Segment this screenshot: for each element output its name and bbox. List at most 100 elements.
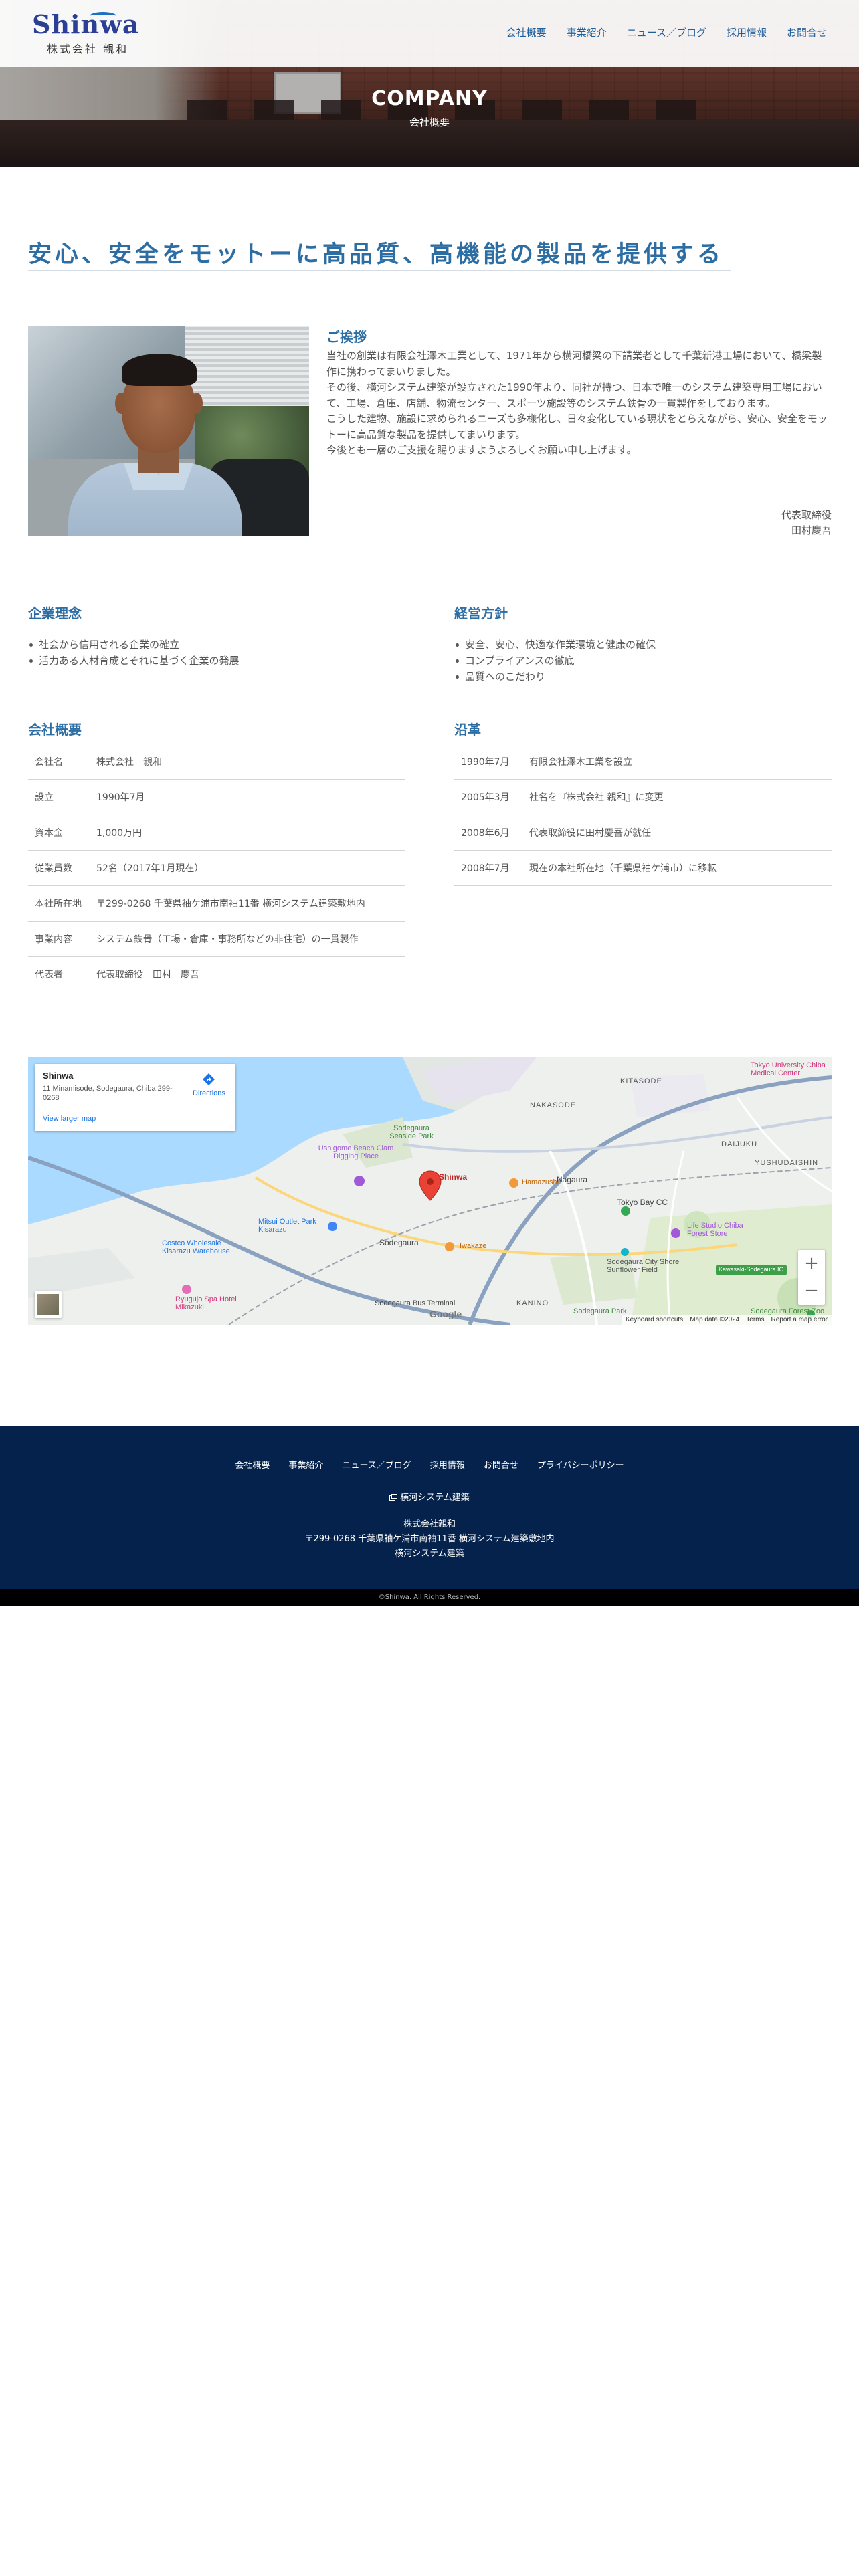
- embedded-map[interactable]: KITASODE NAKASODE DAIJUKU YUSHUDAISHIN T…: [28, 1057, 832, 1325]
- map-label: Ushigome Beach Clam Digging Place: [318, 1144, 394, 1160]
- map-label: YUSHUDAISHIN: [755, 1159, 819, 1167]
- row-label: 会社名: [35, 757, 63, 768]
- row-label: 設立: [35, 792, 54, 803]
- map-attribution: Keyboard shortcuts Map data ©2024 Terms …: [622, 1315, 832, 1325]
- greeting-heading: ご挨拶: [326, 329, 367, 345]
- map-label: Hamazushi: [522, 1178, 559, 1186]
- external-link-icon: [389, 1494, 398, 1501]
- logo-company-name: 株式会社 親和: [47, 43, 129, 56]
- history-event: 代表取締役に田村慶吾が就任: [529, 828, 651, 839]
- history-date: 2008年6月: [461, 828, 510, 839]
- row-value: 〒299-0268 千葉県袖ケ浦市南袖11番 横河システム建築敷地内: [96, 899, 365, 909]
- logo-wordmark: Shinwa: [32, 9, 140, 39]
- overview-heading: 会社概要: [28, 722, 82, 738]
- footer-nav-business[interactable]: 事業紹介: [288, 1458, 323, 1471]
- map-place-card: Shinwa 11 Minamisode, Sodegaura, Chiba 2…: [35, 1064, 235, 1131]
- catchcopy-heading: 安心、安全をモットーに高品質、高機能の製品を提供する: [28, 241, 725, 268]
- table-row: 2008年7月 現在の本社所在地（千葉県袖ケ浦市）に移転: [454, 851, 832, 886]
- greeting-paragraph: 今後とも一層のご支援を賜りますようよろしくお願い申し上げます。: [326, 444, 637, 456]
- map-label: Sodegaura City Shore Sunflower Field: [607, 1258, 680, 1274]
- history-event: 現在の本社所在地（千葉県袖ケ浦市）に移転: [529, 863, 717, 874]
- map-label: KANINO: [516, 1299, 549, 1307]
- zoom-in-button[interactable]: +: [798, 1250, 825, 1277]
- place-name: Shinwa: [43, 1071, 74, 1081]
- report-error-link[interactable]: Report a map error: [771, 1315, 828, 1325]
- google-logo: Google: [430, 1309, 462, 1319]
- table-row: 会社名 株式会社 親和: [28, 744, 405, 780]
- row-value: 1990年7月: [96, 792, 145, 803]
- company-history-table: 1990年7月 有限会社澤木工業を設立 2005年3月 社名を『株式会社 親和』に変…: [454, 744, 832, 886]
- table-row: 代表者 代表取締役 田村 慶吾: [28, 957, 405, 992]
- map-label: Kawasaki-Sodegaura IC: [719, 1266, 784, 1273]
- street-view-thumbnail[interactable]: [35, 1291, 62, 1318]
- history-date: 2008年7月: [461, 863, 510, 874]
- history-date: 1990年7月: [461, 757, 510, 768]
- company-overview-table: 会社名 株式会社 親和 設立 1990年7月 資本金 1,000万円 従業員数 52名（…: [28, 744, 405, 992]
- terms-link[interactable]: Terms: [746, 1315, 764, 1325]
- row-label: 従業員数: [35, 863, 72, 874]
- keyboard-shortcuts-link[interactable]: Keyboard shortcuts: [626, 1315, 683, 1325]
- list-item: 社会から信用される企業の確立: [28, 637, 405, 653]
- greeting-paragraph: こうした建物、施設に求められるニーズも多様化し、日々変化している現状をとらえなが…: [326, 413, 828, 441]
- map-label: Mitsui Outlet Park Kisarazu: [258, 1218, 316, 1234]
- table-row: 事業内容 システム鉄骨（工場・倉庫・事務所などの非住宅）の一貫製作: [28, 922, 405, 957]
- table-row: 1990年7月 有限会社澤木工業を設立: [454, 744, 832, 780]
- map-label: KITASODE: [620, 1077, 662, 1085]
- history-heading: 沿革: [454, 722, 481, 738]
- map-label: Sodegaura Park: [573, 1307, 627, 1315]
- footer-address: 〒299-0268 千葉県袖ケ浦市南袖11番 横河システム建築敷地内: [304, 1534, 555, 1544]
- list-item: 安全、安心、快適な作業環境と健康の確保: [454, 637, 832, 653]
- row-label: 資本金: [35, 828, 63, 839]
- footer-external-link[interactable]: 横河システム建築: [0, 1490, 859, 1503]
- signature-name: 田村慶吾: [791, 524, 832, 536]
- footer-address-block: 株式会社親和 〒299-0268 千葉県袖ケ浦市南袖11番 横河システム建築敷地…: [0, 1517, 859, 1562]
- greeting-message: 当社の創業は有限会社澤木工業として、1971年から横河橋梁の下請業者として千葉新…: [326, 348, 832, 459]
- philosophy-list: 社会から信用される企業の確立 活力ある人材育成とそれに基づく企業の発展: [28, 637, 405, 669]
- nav-item-company[interactable]: 会社概要: [506, 25, 547, 39]
- footer-nav-privacy[interactable]: プライバシーポリシー: [537, 1458, 624, 1471]
- site-footer: 会社概要 事業紹介 ニュース／ブログ 採用情報 お問合せ プライバシーポリシー …: [0, 1426, 859, 1589]
- footer-nav-news[interactable]: ニュース／ブログ: [342, 1458, 411, 1471]
- footer-address-line2: 横河システム建築: [395, 1549, 464, 1559]
- row-label: 代表者: [35, 970, 63, 980]
- policy-list: 安全、安心、快適な作業環境と健康の確保 コンプライアンスの徹底 品質へのこだわり: [454, 637, 832, 685]
- map-label: Sodegaura Seaside Park: [389, 1124, 434, 1140]
- directions-icon[interactable]: [201, 1072, 216, 1087]
- map-label: Sodegaura: [379, 1238, 419, 1247]
- hero-title: COMPANY: [371, 87, 488, 110]
- nav-item-contact[interactable]: お問合せ: [787, 25, 827, 39]
- zoom-out-button[interactable]: −: [798, 1277, 825, 1304]
- map-zoom-control: + −: [798, 1250, 825, 1305]
- global-nav: 会社概要 事業紹介 ニュース／ブログ 採用情報 お問合せ: [506, 25, 827, 39]
- list-item: 品質へのこだわり: [454, 669, 832, 685]
- nav-item-business[interactable]: 事業紹介: [567, 25, 607, 39]
- hero-subtitle: 会社概要: [409, 116, 450, 128]
- table-row: 設立 1990年7月: [28, 780, 405, 815]
- directions-link[interactable]: Directions: [193, 1089, 225, 1097]
- footer-nav-recruit[interactable]: 採用情報: [430, 1458, 465, 1471]
- site-logo[interactable]: Shinwa 株式会社 親和: [32, 9, 146, 56]
- row-value: 52名（2017年1月現在）: [96, 863, 204, 874]
- map-label: Sodegaura Forest Zoo: [751, 1307, 825, 1315]
- row-value: 1,000万円: [96, 828, 142, 839]
- nav-item-news[interactable]: ニュース／ブログ: [627, 25, 706, 39]
- nav-item-recruit[interactable]: 採用情報: [727, 25, 767, 39]
- map-label: Ryugujo Spa Hotel Mikazuki: [175, 1295, 237, 1311]
- footer-nav: 会社概要 事業紹介 ニュース／ブログ 採用情報 お問合せ プライバシーポリシー: [0, 1458, 859, 1471]
- view-larger-map-link[interactable]: View larger map: [43, 1115, 96, 1123]
- table-row: 従業員数 52名（2017年1月現在）: [28, 851, 405, 886]
- greeting-paragraph: その後、横河システム建築が設立された1990年より、同社が持つ、日本で唯一のシス…: [326, 381, 822, 409]
- map-data-text: Map data ©2024: [690, 1316, 740, 1323]
- map-label: Tokyo Bay CC: [617, 1198, 668, 1207]
- copyright-bar: ©Shinwa. All Rights Reserved.: [0, 1589, 859, 1606]
- footer-nav-contact[interactable]: お問合せ: [484, 1458, 518, 1471]
- footer-nav-company[interactable]: 会社概要: [235, 1458, 270, 1471]
- footer-company-name: 株式会社親和: [403, 1519, 456, 1529]
- policy-heading: 経営方針: [454, 605, 508, 621]
- row-value: 代表取締役 田村 慶吾: [96, 970, 199, 980]
- pegman-icon: [37, 1294, 59, 1315]
- map-label: Nagaura: [557, 1175, 588, 1184]
- map-label: Tokyo University Chiba Medical Center: [751, 1061, 826, 1077]
- president-photo: [28, 326, 309, 536]
- history-event: 社名を『株式会社 親和』に変更: [529, 792, 664, 803]
